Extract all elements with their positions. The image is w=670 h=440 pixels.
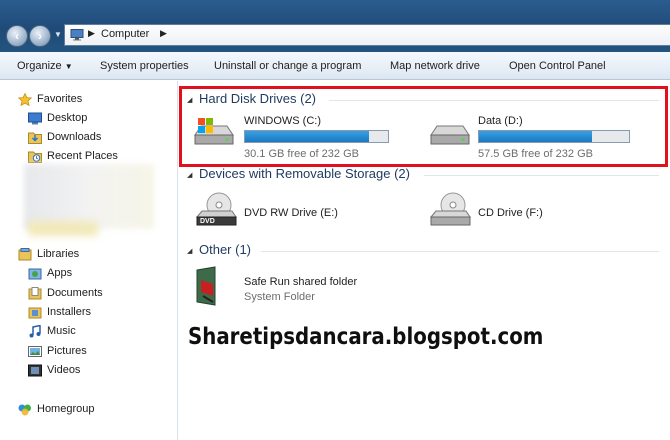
documents-library-icon [28, 287, 42, 300]
recent-places-icon [28, 151, 42, 163]
blurred-favorites-region [24, 164, 154, 229]
breadcrumb-computer[interactable]: Computer [101, 28, 149, 40]
collapse-triangle-icon[interactable]: ◢ [187, 247, 192, 255]
group-divider [424, 175, 659, 176]
back-button[interactable]: ‹ [6, 25, 28, 47]
forward-button[interactable]: › [29, 25, 51, 47]
address-field[interactable]: ▶ Computer ▶ [64, 24, 670, 46]
pictures-icon [28, 346, 42, 357]
desktop-icon [28, 112, 42, 125]
libraries-icon [18, 248, 32, 261]
open-control-panel-button[interactable]: Open Control Panel [509, 60, 606, 72]
collapse-triangle-icon[interactable]: ◢ [187, 171, 192, 179]
organize-button[interactable]: Organize ▼ [17, 60, 73, 72]
system-properties-button[interactable]: System properties [100, 60, 189, 72]
breadcrumb-arrow-icon[interactable]: ▶ [160, 28, 167, 39]
navigation-pane: Favorites Desktop Downloads Recent Place… [0, 81, 178, 440]
music-note-icon [29, 325, 41, 338]
homegroup-icon [18, 404, 31, 416]
command-bar: Organize ▼ System properties Uninstall o… [0, 52, 670, 80]
drive-name: DVD RW Drive (E:) [244, 207, 338, 219]
computer-icon [70, 29, 84, 41]
breadcrumb-root-arrow-icon[interactable]: ▶ [88, 28, 95, 39]
uninstall-program-button[interactable]: Uninstall or change a program [214, 60, 361, 72]
drive-name: CD Drive (F:) [478, 207, 543, 219]
hard-disk-highlight-box [179, 86, 668, 167]
cd-drive-icon [429, 192, 471, 226]
watermark-text: Sharetipsdancara.blogspot.com [188, 324, 544, 350]
map-network-drive-button[interactable]: Map network drive [390, 60, 480, 72]
dvd-label: DVD [200, 218, 215, 225]
organize-dropdown-icon: ▼ [64, 62, 73, 71]
item-type: System Folder [244, 291, 315, 303]
group-divider [261, 251, 659, 252]
installers-library-icon [28, 307, 42, 319]
blurred-favorites-region-2 [28, 221, 98, 236]
recent-pages-dropdown-icon[interactable]: ▼ [54, 30, 62, 39]
address-bar: ‹ › ▼ ▶ Computer ▶ [0, 0, 670, 52]
apps-library-icon [28, 268, 42, 280]
item-name: Safe Run shared folder [244, 276, 358, 288]
safe-run-folder-icon [196, 266, 216, 306]
videos-film-icon [28, 364, 42, 377]
star-icon [18, 93, 32, 106]
downloads-folder-icon [28, 132, 42, 144]
